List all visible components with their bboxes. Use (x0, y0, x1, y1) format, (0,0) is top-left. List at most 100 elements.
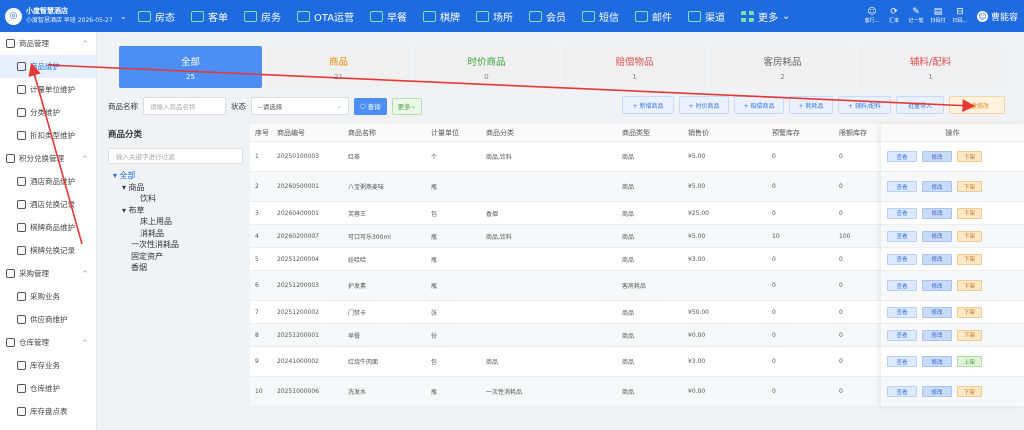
nav-item-4[interactable]: 早餐 (362, 0, 415, 32)
edit-button[interactable]: 修改 (922, 386, 952, 397)
edit-button[interactable]: 修改 (922, 253, 952, 265)
category-node[interactable]: 香烟 (108, 262, 243, 274)
tab-2[interactable]: 时价商品 0 (415, 46, 558, 88)
shelf-toggle-button[interactable]: 上架 (957, 356, 982, 367)
category-node[interactable]: 饮料 (108, 193, 243, 205)
sidebar-item-hotel-exchange[interactable]: 酒店兑换记录 (0, 193, 96, 216)
category-node[interactable]: ▾ 布草 (108, 205, 243, 217)
category-node[interactable]: 床上用品 (108, 216, 243, 228)
table-cell: 20251000006 (277, 388, 319, 395)
view-button[interactable]: 查看 (887, 230, 917, 242)
sidebar-group-points[interactable]: 积分兑换管理 ^ (0, 147, 96, 170)
sidebar-item-category[interactable]: 分类维护 (0, 101, 96, 124)
nav-item-9[interactable]: 邮件 (627, 0, 680, 32)
action-button-6[interactable]: 批量修改 (949, 96, 1005, 114)
nav-item-1[interactable]: 客单 (183, 0, 236, 32)
action-button-1[interactable]: + 时价商品 (679, 96, 729, 114)
table-cell: 护发素 (348, 283, 367, 290)
query-button[interactable]: ○ 查询 (354, 97, 387, 115)
sidebar-item-stock-business[interactable]: 库存业务 (0, 354, 96, 377)
sidebar-item-warehouse[interactable]: 仓库维护 (0, 377, 96, 400)
edit-button[interactable]: 修改 (922, 181, 952, 192)
nav-item-0[interactable]: 房态 (130, 0, 183, 32)
tab-1[interactable]: 商品 21 (267, 46, 410, 88)
view-button[interactable]: 查看 (887, 356, 917, 367)
action-button-2[interactable]: + 赔偿商品 (734, 96, 784, 114)
action-button-5[interactable]: 批量导入 (896, 96, 944, 114)
category-node[interactable]: ▾ 全部 (108, 170, 243, 182)
edit-button[interactable]: 修改 (922, 151, 952, 162)
category-node[interactable]: ▾ 商品 (108, 182, 243, 194)
shelf-toggle-button[interactable]: 下架 (957, 181, 982, 192)
more-filter-button[interactable]: 更多 ⌄ (391, 97, 423, 115)
view-button[interactable]: 查看 (887, 280, 917, 291)
table-cell: 早餐 (348, 332, 361, 340)
sidebar-group-purchase[interactable]: 采购管理 ^ (0, 262, 96, 285)
shelf-toggle-button[interactable]: 下架 (957, 230, 982, 242)
sidebar-group-warehouse[interactable]: 仓库管理 ^ (0, 331, 96, 354)
shelf-toggle-button[interactable]: 下架 (957, 386, 982, 397)
shelf-toggle-button[interactable]: 下架 (957, 253, 982, 265)
shelf-toggle-button[interactable]: 下架 (957, 151, 982, 162)
edit-button[interactable]: 修改 (922, 356, 952, 367)
tool-0[interactable]: ☺ 客行... (861, 7, 883, 25)
nav-item-10[interactable]: 渠道 (680, 0, 733, 32)
nav-item-6[interactable]: 场所 (468, 0, 521, 32)
nav-item-11[interactable]: 更多 ⌄ (733, 0, 798, 32)
table-cell: 0 (839, 183, 843, 190)
view-button[interactable]: 查看 (887, 306, 917, 318)
chevron-down-icon[interactable]: ⌄ (120, 12, 130, 21)
action-button-4[interactable]: + 辅料/配料 (838, 96, 891, 114)
category-filter-input[interactable]: 输入关键字进行过滤 (108, 148, 243, 164)
tab-0[interactable]: 全部 25 (119, 46, 262, 88)
category-node[interactable]: 固定资产 (108, 251, 243, 263)
sidebar-group-goods[interactable]: 商品管理 ^ (0, 32, 96, 55)
column-header: 商品类型 (622, 128, 650, 137)
nav-item-8[interactable]: 短信 (574, 0, 627, 32)
edit-button[interactable]: 修改 (922, 329, 952, 341)
nav-item-label: 更多 (758, 12, 779, 24)
edit-button[interactable]: 修改 (922, 207, 952, 219)
category-node[interactable]: 消耗品 (108, 228, 243, 240)
tool-4[interactable]: ⊟ 扫码... (949, 7, 971, 25)
tab-5[interactable]: 辅料/配料 1 (859, 46, 1002, 88)
user-menu[interactable]: ☺ 曹能容 (976, 10, 1018, 23)
sidebar-item-chess-exchange[interactable]: 棋牌兑换记录 (0, 239, 96, 262)
tool-3[interactable]: ▤ 扫码付 (927, 7, 949, 25)
edit-button[interactable]: 修改 (922, 230, 952, 242)
shelf-toggle-button[interactable]: 下架 (957, 306, 982, 318)
view-button[interactable]: 查看 (887, 329, 917, 341)
name-input[interactable]: 请输入商品名称 (143, 97, 226, 115)
view-button[interactable]: 查看 (887, 253, 917, 265)
view-button[interactable]: 查看 (887, 207, 917, 219)
shelf-toggle-button[interactable]: 下架 (957, 329, 982, 341)
edit-button[interactable]: 修改 (922, 280, 952, 291)
action-button-0[interactable]: + 新增商品 (622, 96, 674, 114)
shelf-toggle-button[interactable]: 下架 (957, 207, 982, 219)
view-button[interactable]: 查看 (887, 181, 917, 192)
sidebar-item-chess-goods[interactable]: 棋牌商品维护 (0, 216, 96, 239)
nav-item-3[interactable]: OTA运营 (289, 0, 362, 32)
sidebar-item-unit[interactable]: 计量单位维护 (0, 78, 96, 101)
shelf-toggle-button[interactable]: 下架 (957, 280, 982, 291)
sidebar-item-stocktake[interactable]: 库存盘点表 (0, 400, 96, 423)
edit-button[interactable]: 修改 (922, 306, 952, 318)
sidebar-item-hotel-goods[interactable]: 酒店商品维护 (0, 170, 96, 193)
tool-1[interactable]: ⟳ 汇率 (883, 7, 905, 25)
sidebar-item-goods-maintain[interactable]: 商品维护 (0, 55, 96, 78)
status-select[interactable]: --请选择 ⌄ (251, 97, 349, 115)
tab-3[interactable]: 赔偿物品 1 (563, 46, 706, 88)
sidebar-item-purchase-business[interactable]: 采购业务 (0, 285, 96, 308)
action-button-3[interactable]: + 耗耗品 (789, 96, 833, 114)
category-node[interactable]: 一次性消耗品 (108, 239, 243, 251)
nav-item-5[interactable]: 棋牌 (415, 0, 468, 32)
sidebar-item-supplier[interactable]: 供应商维护 (0, 308, 96, 331)
brand[interactable]: ◎ 小度智慧酒店 小度智慧酒店 早班 2026-05-27 (0, 0, 122, 32)
view-button[interactable]: 查看 (887, 386, 917, 397)
tool-2[interactable]: ✎ 记一笔 (905, 7, 927, 25)
sidebar-item-discount[interactable]: 折扣类型维护 (0, 124, 96, 147)
nav-item-7[interactable]: 会员 (521, 0, 574, 32)
tab-4[interactable]: 客房耗品 2 (711, 46, 854, 88)
nav-item-2[interactable]: 房务 (236, 0, 289, 32)
view-button[interactable]: 查看 (887, 151, 917, 162)
